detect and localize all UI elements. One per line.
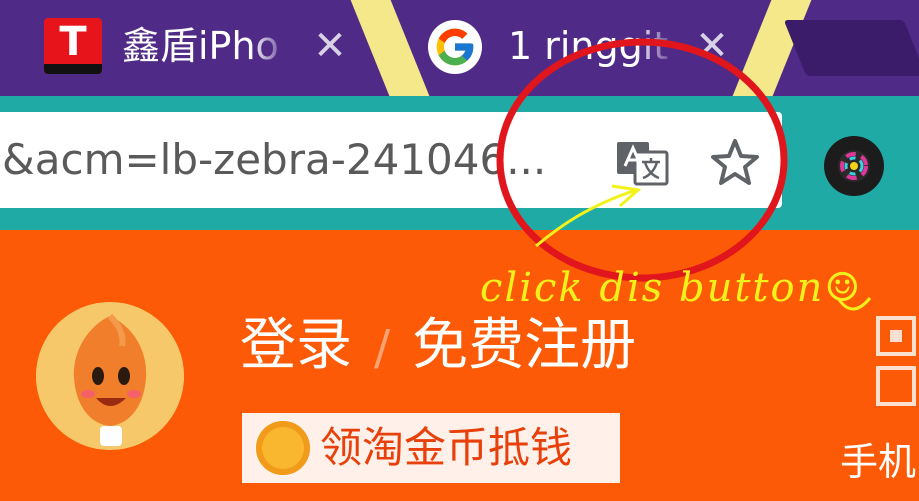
translate-icon[interactable] bbox=[615, 138, 669, 186]
address-bar[interactable]: &acm=lb-zebra-241046... bbox=[0, 112, 782, 208]
separator: / bbox=[374, 320, 391, 376]
url-text[interactable]: &acm=lb-zebra-241046... bbox=[2, 134, 546, 186]
taobao-t-icon: T bbox=[44, 18, 102, 74]
close-icon: ✕ bbox=[313, 23, 347, 69]
qr-code-icon[interactable] bbox=[876, 316, 916, 356]
star-icon[interactable] bbox=[708, 136, 762, 190]
qr-code-icon[interactable] bbox=[876, 366, 916, 406]
new-tab-button[interactable] bbox=[783, 20, 919, 76]
coin-icon bbox=[256, 421, 310, 475]
tab-separator bbox=[350, 0, 430, 96]
tab-title: 1 ringgit bbox=[508, 18, 676, 74]
coin-button[interactable]: 领淘金币抵钱 bbox=[242, 413, 620, 483]
close-icon: ✕ bbox=[695, 23, 729, 69]
tab-title: 鑫盾iPho bbox=[122, 18, 290, 74]
browser-toolbar: &acm=lb-zebra-241046... bbox=[0, 96, 919, 230]
tab-strip: T 鑫盾iPho ✕ 1 ringgit ✕ bbox=[0, 0, 919, 96]
login-link[interactable]: 登录 bbox=[240, 313, 352, 378]
login-register-row: 登录 / 免费注册 bbox=[240, 308, 636, 384]
coin-label: 领淘金币抵钱 bbox=[320, 423, 573, 472]
annotation-text: click dis button☺ bbox=[480, 265, 863, 311]
phone-link[interactable]: 手机 bbox=[840, 434, 916, 490]
extension-icon[interactable] bbox=[824, 136, 884, 196]
tab-close-button[interactable]: ✕ bbox=[310, 18, 350, 74]
google-g-icon bbox=[428, 20, 482, 74]
register-link[interactable]: 免费注册 bbox=[412, 313, 636, 378]
avatar[interactable] bbox=[36, 302, 184, 450]
tab-close-button[interactable]: ✕ bbox=[692, 18, 732, 74]
